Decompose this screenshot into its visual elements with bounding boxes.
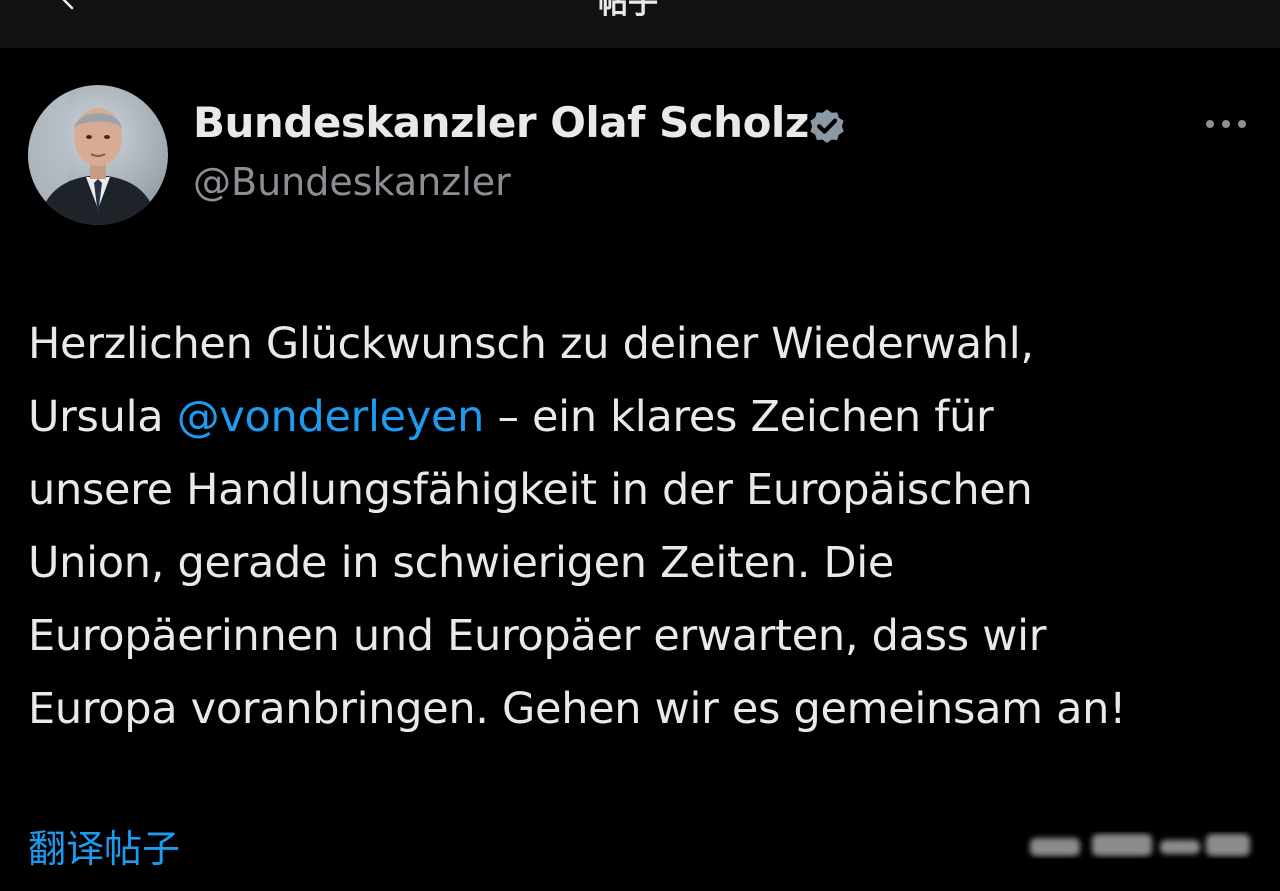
author-display-name[interactable]: Bundeskanzler Olaf Scholz xyxy=(193,98,809,147)
mention-link[interactable]: @vonderleyen xyxy=(177,392,485,442)
tweet-line: Europäerinnen und Europäer erwarten, das… xyxy=(28,611,1047,661)
tweet-line: Europa voranbringen. Gehen wir es gemein… xyxy=(28,684,1127,734)
tweet-line: Union, gerade in schwierigen Zeiten. Die xyxy=(28,538,895,588)
more-horizontal-icon[interactable] xyxy=(1203,113,1249,135)
avatar[interactable] xyxy=(28,85,168,225)
translate-post-link[interactable]: 翻译帖子 xyxy=(28,818,180,873)
tweet-line: unsere Handlungsfähigkeit in der Europäi… xyxy=(28,465,1033,515)
tweet-text: Herzlichen Glückwunsch zu deiner Wiederw… xyxy=(28,308,1258,746)
page-title: 帖子 xyxy=(598,0,658,21)
author-handle[interactable]: @Bundeskanzler xyxy=(193,160,511,204)
tweet-line: Herzlichen Glückwunsch zu deiner Wiederw… xyxy=(28,319,1034,369)
tweet-line: Ursula @vonderleyen – ein klares Zeichen… xyxy=(28,392,994,442)
chevron-left-icon[interactable] xyxy=(56,0,80,10)
watermark-blur xyxy=(1030,834,1250,856)
top-bar: 帖子 xyxy=(0,0,1280,48)
verified-badge-icon xyxy=(810,109,844,143)
avatar-image xyxy=(28,85,168,225)
